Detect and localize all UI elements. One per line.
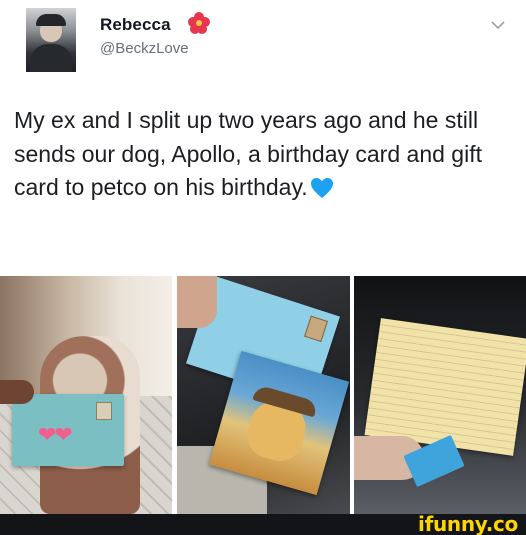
dog-holding-envelope-photo[interactable]: ❤❤	[0, 276, 172, 514]
display-name[interactable]: Rebecca	[100, 15, 171, 35]
user-handle[interactable]: @BeckzLove	[100, 40, 189, 57]
tweet-header: Rebecca @BeckzLove	[0, 0, 526, 90]
ifunny-watermark: ifunny.co	[418, 512, 518, 535]
hibiscus-flower-icon	[188, 12, 210, 34]
avatar[interactable]	[26, 8, 76, 72]
blue-heart-icon	[310, 178, 333, 198]
tweet-text: My ex and I split up two years ago and h…	[14, 104, 514, 205]
envelope-and-dog-card-photo[interactable]	[177, 276, 350, 514]
media-grid: ❤❤	[0, 276, 526, 514]
open-card-with-gift-card-photo[interactable]	[354, 276, 526, 514]
tweet-body: My ex and I split up two years ago and h…	[14, 107, 482, 200]
chevron-down-icon[interactable]	[490, 20, 506, 30]
